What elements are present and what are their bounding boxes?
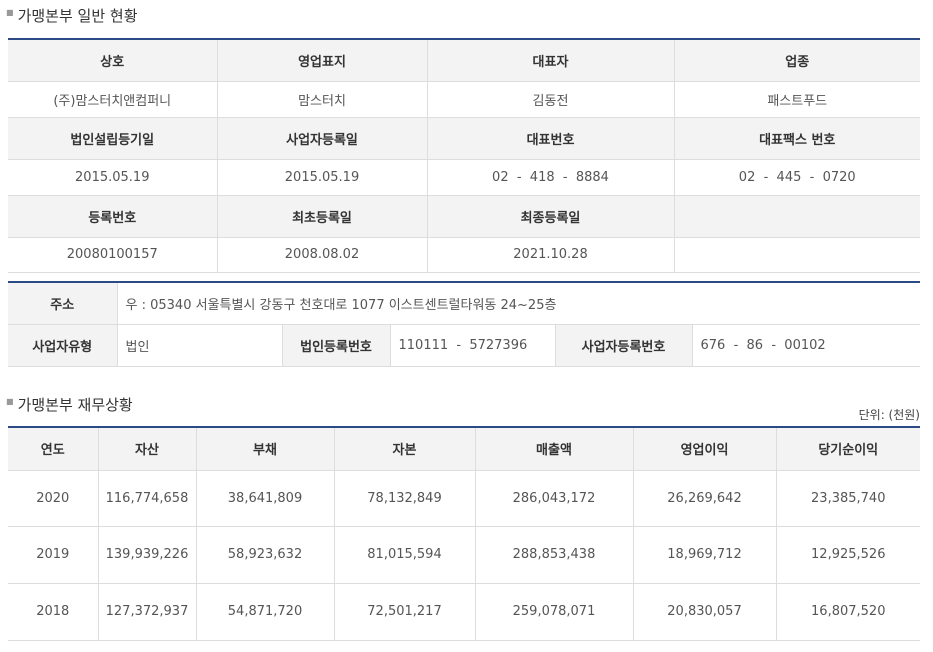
address-value: 우 : 05340 서울특별시 강동구 천호대로 1077 이스트센트럴타워동 …: [117, 282, 921, 325]
header-biz-reg-date: 사업자등록일: [217, 117, 428, 160]
brand: 맘스터치: [217, 81, 428, 118]
header-first-reg-date: 최초등록일: [217, 195, 428, 238]
assets: 127,372,937: [98, 583, 197, 641]
header-empty: [674, 195, 920, 238]
liabilities: 54,871,720: [196, 583, 335, 641]
revenue: 259,078,071: [475, 583, 634, 641]
header-phone: 대표번호: [427, 117, 675, 160]
bullet-icon: ■: [6, 8, 14, 17]
data-row-1: (주)맘스터치앤컴퍼니 맘스터치 김동전 패스트푸드: [8, 81, 920, 118]
header-net-income: 당기순이익: [776, 427, 920, 471]
header-operating-income: 영업이익: [633, 427, 777, 471]
header-equity: 자본: [334, 427, 476, 471]
liabilities: 38,641,809: [196, 470, 335, 527]
financial-status-title: ■ 가맹본부 재무상황: [6, 394, 133, 415]
financial-table: 연도 자산 부채 자본 매출액 영업이익 당기순이익 2020 116,774,…: [8, 426, 920, 641]
phone-number: 02 - 418 - 8884: [427, 159, 675, 196]
header-industry: 업종: [674, 39, 920, 82]
financial-header-row: 연도 자산 부채 자본 매출액 영업이익 당기순이익: [8, 427, 920, 471]
general-status-title: ■ 가맹본부 일반 현황: [6, 5, 138, 26]
revenue: 288,853,438: [475, 526, 634, 584]
address-row: 주소 우 : 05340 서울특별시 강동구 천호대로 1077 이스트센트럴타…: [8, 282, 921, 325]
equity: 78,132,849: [334, 470, 476, 527]
header-row-2: 법인설립등기일 사업자등록일 대표번호 대표팩스 번호: [8, 117, 920, 160]
data-row-3: 20080100157 2008.08.02 2021.10.28: [8, 237, 920, 273]
liabilities: 58,923,632: [196, 526, 335, 584]
year: 2020: [8, 470, 99, 527]
header-brand: 영업표지: [217, 39, 428, 82]
header-company-name: 상호: [8, 39, 218, 82]
equity: 72,501,217: [334, 583, 476, 641]
operating-income: 18,969,712: [633, 526, 777, 584]
biz-reg-date: 2015.05.19: [217, 159, 428, 196]
address-label: 주소: [8, 282, 118, 325]
empty-cell: [674, 237, 920, 273]
last-reg-date: 2021.10.28: [427, 237, 675, 273]
table-row: 2019 139,939,226 58,923,632 81,015,594 2…: [8, 526, 920, 584]
assets: 116,774,658: [98, 470, 197, 527]
net-income: 12,925,526: [776, 526, 920, 584]
unit-label: 단위: (천원): [858, 408, 920, 422]
first-reg-date: 2008.08.02: [217, 237, 428, 273]
incorporation-date: 2015.05.19: [8, 159, 218, 196]
financial-status-title-text: 가맹본부 재무상황: [17, 396, 133, 414]
header-fax: 대표팩스 번호: [674, 117, 920, 160]
data-row-2: 2015.05.19 2015.05.19 02 - 418 - 8884 02…: [8, 159, 920, 196]
operating-income: 20,830,057: [633, 583, 777, 641]
header-incorporation-date: 법인설립등기일: [8, 117, 218, 160]
assets: 139,939,226: [98, 526, 197, 584]
header-ceo: 대표자: [427, 39, 675, 82]
fax-number: 02 - 445 - 0720: [674, 159, 920, 196]
table-row: 2020 116,774,658 38,641,809 78,132,849 2…: [8, 470, 920, 527]
general-status-title-text: 가맹본부 일반 현황: [17, 7, 138, 25]
ceo: 김동전: [427, 81, 675, 118]
corp-reg-no-label: 법인등록번호: [282, 324, 391, 367]
year: 2019: [8, 526, 99, 584]
general-info-table: 상호 영업표지 대표자 업종 (주)맘스터치앤컴퍼니 맘스터치 김동전 패스트푸…: [8, 38, 920, 273]
biz-info-row: 사업자유형 법인 법인등록번호 110111 - 5727396 사업자등록번호…: [8, 324, 921, 367]
header-liabilities: 부채: [196, 427, 335, 471]
biz-reg-no-value: 676 - 86 - 00102: [692, 324, 921, 367]
bullet-icon: ■: [6, 397, 14, 406]
header-last-reg-date: 최종등록일: [427, 195, 675, 238]
header-revenue: 매출액: [475, 427, 634, 471]
biz-type-value: 법인: [117, 324, 283, 367]
year: 2018: [8, 583, 99, 641]
revenue: 286,043,172: [475, 470, 634, 527]
industry: 패스트푸드: [674, 81, 920, 118]
header-year: 연도: [8, 427, 99, 471]
header-assets: 자산: [98, 427, 197, 471]
header-row-1: 상호 영업표지 대표자 업종: [8, 39, 920, 82]
table-row: 2018 127,372,937 54,871,720 72,501,217 2…: [8, 583, 920, 641]
reg-number: 20080100157: [8, 237, 218, 273]
header-row-3: 등록번호 최초등록일 최종등록일: [8, 195, 920, 238]
address-table: 주소 우 : 05340 서울특별시 강동구 천호대로 1077 이스트센트럴타…: [8, 281, 921, 367]
operating-income: 26,269,642: [633, 470, 777, 527]
corp-reg-no-value: 110111 - 5727396: [390, 324, 556, 367]
equity: 81,015,594: [334, 526, 476, 584]
biz-type-label: 사업자유형: [8, 324, 118, 367]
header-reg-number: 등록번호: [8, 195, 218, 238]
net-income: 16,807,520: [776, 583, 920, 641]
company-name: (주)맘스터치앤컴퍼니: [8, 81, 218, 118]
biz-reg-no-label: 사업자등록번호: [555, 324, 693, 367]
net-income: 23,385,740: [776, 470, 920, 527]
